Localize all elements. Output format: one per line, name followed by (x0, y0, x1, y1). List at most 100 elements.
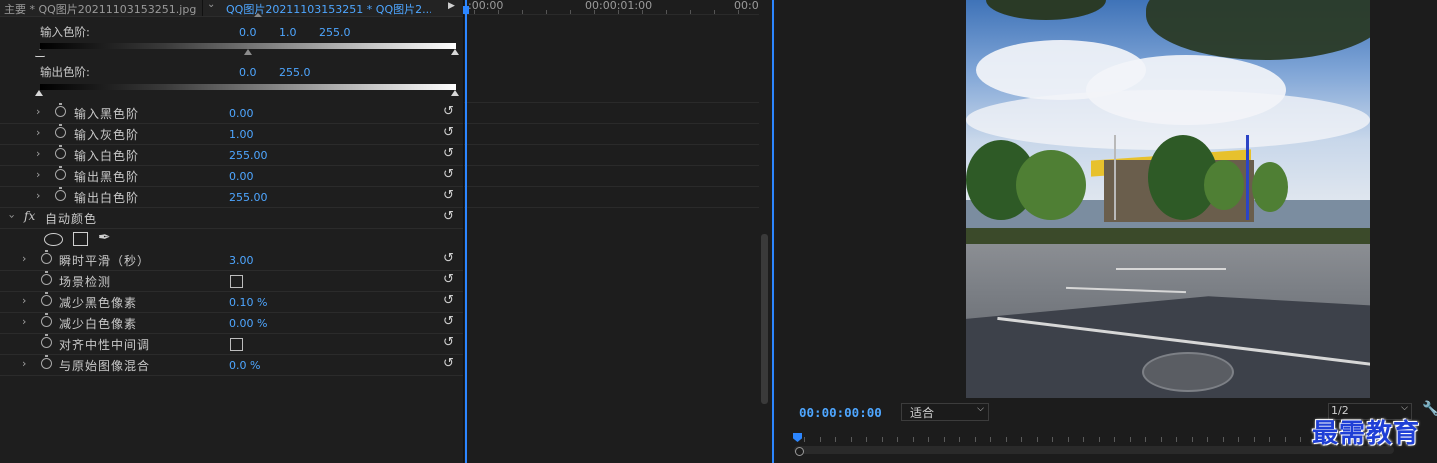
expand-chevron-icon[interactable]: › (36, 168, 40, 181)
effect-timeline[interactable]: :00:00 00:00:01:00 00:0 (463, 0, 776, 463)
expand-chevron-icon[interactable]: › (36, 147, 40, 160)
expand-chevron-icon[interactable]: › (22, 357, 26, 370)
param-value[interactable]: 255.00 (229, 191, 268, 204)
chevron-down-icon[interactable]: ⌄ (207, 0, 215, 10)
param-row-snap-neutral: 对齐中性中间调 ↺ (0, 333, 463, 355)
zoom-fit-dropdown[interactable]: 适合 ⌵ (901, 403, 989, 421)
output-white-slider-handle[interactable] (451, 90, 459, 96)
param-value[interactable]: 0.00 (229, 170, 254, 183)
output-black-value[interactable]: 0.0 (239, 66, 257, 79)
settings-wrench-icon[interactable]: 🔧 (1422, 401, 1437, 417)
scene-detect-checkbox[interactable] (230, 275, 243, 288)
expand-chevron-icon[interactable]: › (36, 105, 40, 118)
param-row-scene-detect: 场景检测 ↺ (0, 270, 463, 292)
input-levels-label: 输入色阶: (40, 25, 90, 39)
input-white-slider-handle[interactable] (451, 49, 459, 55)
stopwatch-icon[interactable] (55, 166, 66, 180)
ruler-tick (498, 10, 499, 14)
stopwatch-icon[interactable] (41, 355, 52, 369)
input-gray-value[interactable]: 1.0 (279, 26, 297, 39)
row-divider (464, 123, 759, 124)
pen-mask-icon[interactable]: ✒ (98, 228, 111, 246)
reset-icon[interactable]: ↺ (443, 104, 454, 119)
stopwatch-icon[interactable] (55, 145, 66, 159)
tree (1016, 150, 1086, 220)
monitor-time-ruler[interactable] (794, 434, 1317, 444)
pole (1246, 135, 1249, 220)
ruler-tick (1191, 437, 1193, 442)
stopwatch-icon[interactable] (41, 313, 52, 327)
ruler-tick (1300, 437, 1301, 442)
input-gray-slider-handle[interactable] (244, 49, 252, 55)
input-white-value[interactable]: 255.0 (319, 26, 351, 39)
ruler-tick (522, 10, 523, 14)
row-divider (464, 144, 759, 145)
ruler-tick (1005, 437, 1007, 442)
ruler-tick (897, 437, 898, 442)
tab-marker-icon (254, 13, 262, 17)
reset-icon[interactable]: ↺ (443, 146, 454, 161)
expand-chevron-icon[interactable]: › (22, 315, 26, 328)
scroll-handle[interactable] (795, 447, 804, 456)
param-row-blend-original: › 与原始图像混合 0.0 % ↺ (0, 354, 463, 376)
param-value[interactable]: 0.00 (229, 107, 254, 120)
main-clip-tab[interactable]: 主要 * QQ图片20211103153251.jpg (4, 1, 196, 17)
param-row-output-black: › 输出黑色阶 0.00 ↺ (0, 165, 463, 187)
expand-chevron-icon[interactable]: › (36, 189, 40, 202)
monitor-zoom-scrollbar[interactable] (794, 446, 1394, 454)
effect-header-auto-color[interactable]: › fx 自动颜色 ↺ (0, 207, 463, 229)
ruler-tick (474, 10, 475, 14)
reset-icon[interactable]: ↺ (443, 167, 454, 182)
timeline-ruler[interactable]: :00:00 00:00:01:00 00:0 (464, 0, 759, 15)
vertical-scrollbar[interactable] (761, 234, 768, 404)
ruler-tick (1098, 437, 1100, 442)
stopwatch-icon[interactable] (41, 271, 52, 285)
rectangle-mask-icon[interactable] (73, 232, 88, 246)
stopwatch-icon[interactable] (41, 250, 52, 264)
param-value[interactable]: 255.00 (229, 149, 268, 162)
row-divider (464, 102, 759, 103)
stopwatch-icon[interactable] (55, 187, 66, 201)
param-value[interactable]: 1.00 (229, 128, 254, 141)
reset-icon[interactable]: ↺ (443, 356, 454, 371)
zoom-fit-label: 适合 (910, 406, 935, 420)
reset-icon[interactable]: ↺ (443, 209, 454, 224)
reset-icon[interactable]: ↺ (443, 314, 454, 329)
reset-icon[interactable]: ↺ (443, 335, 454, 350)
param-value[interactable]: 0.00 % (229, 317, 267, 330)
param-value[interactable]: 3.00 (229, 254, 254, 267)
stopwatch-icon[interactable] (55, 103, 66, 117)
reset-icon[interactable]: ↺ (443, 188, 454, 203)
ruler-tick (1207, 437, 1208, 442)
stopwatch-icon[interactable] (55, 124, 66, 138)
param-label: 瞬时平滑（秒） (59, 254, 151, 268)
ruler-tick (1222, 437, 1224, 442)
ellipse-mask-icon[interactable] (44, 233, 63, 246)
reset-icon[interactable]: ↺ (443, 272, 454, 287)
expand-chevron-icon[interactable]: › (22, 252, 26, 265)
stopwatch-icon[interactable] (41, 334, 52, 348)
ruler-tick (1269, 437, 1270, 442)
reset-icon[interactable]: ↺ (443, 293, 454, 308)
preview-image[interactable] (966, 0, 1370, 398)
snap-neutral-checkbox[interactable] (230, 338, 243, 351)
input-black-slider-handle[interactable] (35, 49, 45, 57)
output-black-slider-handle[interactable] (35, 90, 43, 96)
output-white-value[interactable]: 255.0 (279, 66, 311, 79)
playhead-handle[interactable] (463, 6, 469, 14)
param-row-output-white: › 输出白色阶 255.00 ↺ (0, 186, 463, 208)
fx-icon[interactable]: fx (24, 209, 35, 223)
param-value[interactable]: 0.0 % (229, 359, 260, 372)
collapse-chevron-icon[interactable]: › (6, 214, 19, 218)
play-arrow-icon[interactable]: ▶ (448, 1, 455, 11)
reset-icon[interactable]: ↺ (443, 125, 454, 140)
expand-chevron-icon[interactable]: › (36, 126, 40, 139)
expand-chevron-icon[interactable]: › (22, 294, 26, 307)
playhead-timecode[interactable]: 00:00:00:00 (799, 405, 882, 420)
reset-icon[interactable]: ↺ (443, 251, 454, 266)
param-value[interactable]: 0.10 % (229, 296, 267, 309)
playhead[interactable] (463, 0, 469, 463)
ruler-tick (690, 10, 691, 14)
input-black-value[interactable]: 0.0 (239, 26, 257, 39)
stopwatch-icon[interactable] (41, 292, 52, 306)
